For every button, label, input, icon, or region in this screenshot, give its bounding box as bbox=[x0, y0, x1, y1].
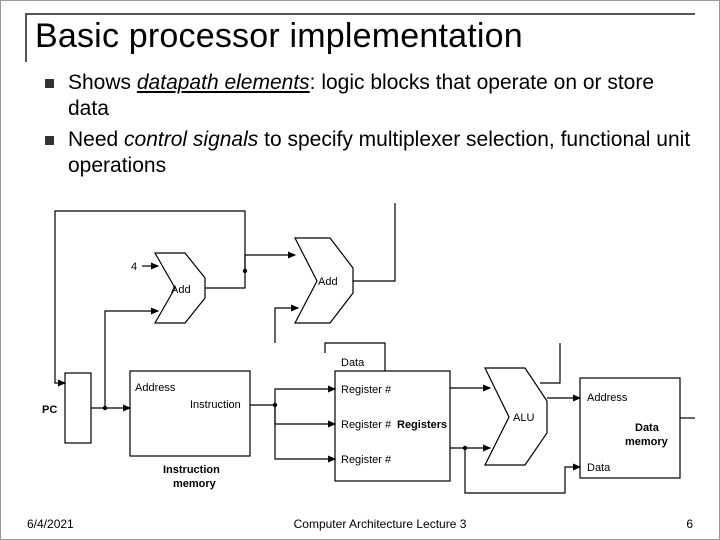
wire-alu-flag bbox=[540, 343, 560, 383]
bullet-text: Shows datapath elements: logic blocks th… bbox=[68, 70, 695, 123]
alu-label: ALU bbox=[513, 412, 534, 424]
im-name-1: Instruction bbox=[163, 464, 220, 476]
wire-add2-out bbox=[353, 203, 395, 281]
footer-date: 6/4/2021 bbox=[27, 517, 74, 531]
reg-hash-2: Register # bbox=[341, 419, 392, 431]
im-address-label: Address bbox=[135, 382, 176, 394]
data-label: Data bbox=[341, 357, 365, 369]
wire-offset-to-add bbox=[275, 308, 298, 343]
dm-address-label: Address bbox=[587, 392, 628, 404]
im-instruction-label: Instruction bbox=[190, 399, 241, 411]
pc-label: PC bbox=[42, 404, 57, 416]
const-4-label: 4 bbox=[131, 261, 137, 273]
wire-instr-r2 bbox=[275, 405, 335, 424]
dm-name-2: memory bbox=[625, 436, 669, 448]
slide: Basic processor implementation Shows dat… bbox=[0, 0, 720, 540]
wire-reg-to-dm-data bbox=[465, 448, 580, 493]
bullet-square-icon bbox=[45, 136, 54, 145]
adder-left-label: Add bbox=[171, 284, 191, 296]
footer-center: Computer Architecture Lecture 3 bbox=[74, 517, 687, 531]
bullet-emph: control signals bbox=[124, 128, 258, 151]
datapath-diagram: PC Address Instruction Instruction memor… bbox=[35, 193, 695, 498]
footer-page: 6 bbox=[686, 517, 693, 531]
bullet-list: Shows datapath elements: logic blocks th… bbox=[45, 70, 695, 179]
dm-data-label: Data bbox=[587, 462, 611, 474]
node-regb-split bbox=[463, 446, 467, 450]
title-frame: Basic processor implementation bbox=[25, 13, 695, 62]
wire-instr-r1 bbox=[275, 389, 335, 405]
bullet-emph-underline: datapath elements bbox=[137, 71, 310, 94]
wire-feedback-to-pc bbox=[55, 211, 245, 383]
reg-hash-1: Register # bbox=[341, 384, 392, 396]
adder-right-label: Add bbox=[318, 276, 338, 288]
reg-hash-3: Register # bbox=[341, 454, 392, 466]
dm-name-1: Data bbox=[635, 422, 660, 434]
im-name-2: memory bbox=[173, 478, 217, 490]
wire-instr-r3 bbox=[275, 405, 335, 459]
bullet-item: Need control signals to specify multiple… bbox=[45, 127, 695, 180]
wire-add-to-add bbox=[205, 255, 295, 288]
datapath-svg: PC Address Instruction Instruction memor… bbox=[35, 193, 695, 498]
node-add-split bbox=[243, 269, 247, 273]
footer: 6/4/2021 Computer Architecture Lecture 3… bbox=[1, 517, 719, 531]
bullet-pre: Need bbox=[68, 128, 124, 151]
bullet-square-icon bbox=[45, 79, 54, 88]
pc-block bbox=[65, 373, 91, 443]
bullet-pre: Shows bbox=[68, 71, 137, 94]
slide-title: Basic processor implementation bbox=[35, 17, 695, 56]
bullet-text: Need control signals to specify multiple… bbox=[68, 127, 695, 180]
node-instr-split bbox=[273, 403, 277, 407]
registers-label: Registers bbox=[397, 419, 447, 431]
bullet-item: Shows datapath elements: logic blocks th… bbox=[45, 70, 695, 123]
